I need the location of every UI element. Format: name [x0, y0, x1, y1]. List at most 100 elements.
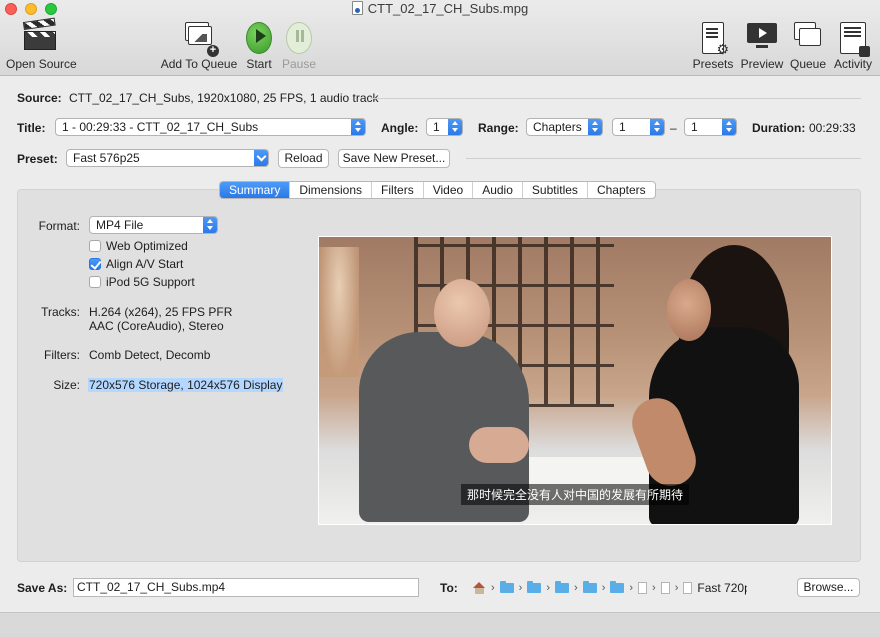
separator [466, 158, 861, 159]
folder-icon [582, 581, 597, 593]
add-to-queue-icon: + [183, 22, 219, 57]
add-to-queue-label: Add To Queue [160, 57, 238, 71]
reload-button[interactable]: Reload [278, 149, 329, 168]
activity-icon [840, 22, 870, 57]
window-title: CTT_02_17_CH_Subs.mpg [0, 1, 880, 16]
pause-button[interactable]: Pause [282, 22, 316, 71]
destination-path[interactable]: › › › › › › › › Fast 720p [473, 580, 747, 596]
range-dash: – [670, 121, 677, 135]
tab-video[interactable]: Video [422, 182, 472, 198]
web-optimized-checkbox[interactable] [89, 240, 101, 252]
activity-button[interactable]: Activity [832, 22, 874, 71]
pause-label: Pause [282, 57, 317, 71]
folder-icon [610, 581, 625, 593]
tab-chapters[interactable]: Chapters [586, 182, 655, 198]
angle-select-value: 1 [433, 120, 440, 134]
pause-icon [286, 22, 312, 54]
toolbar: CTT_02_17_CH_Subs.mpg Open Source + Add … [0, 0, 880, 76]
file-icon [638, 582, 648, 594]
title-select[interactable]: 1 - 00:29:33 - CTT_02_17_CH_Subs [55, 118, 366, 136]
tracks-audio: AAC (CoreAudio), Stereo [89, 319, 224, 333]
clapperboard-icon [22, 17, 56, 54]
separator [370, 98, 861, 99]
save-new-preset-button[interactable]: Save New Preset... [338, 149, 450, 168]
web-optimized-label: Web Optimized [106, 239, 188, 253]
to-label: To: [440, 581, 458, 595]
range-start-value: 1 [619, 120, 626, 134]
size-label: Size: [53, 378, 80, 392]
path-end-label: Fast 720p [697, 581, 748, 595]
file-icon [683, 582, 693, 594]
presets-label: Presets [692, 57, 734, 71]
save-as-label: Save As: [17, 581, 68, 595]
tab-dimensions[interactable]: Dimensions [289, 182, 371, 198]
stepper-icon [448, 119, 462, 135]
ipod-5g-support-checkbox[interactable] [89, 276, 101, 288]
format-label: Format: [38, 219, 80, 233]
status-bar [0, 612, 880, 637]
preset-select-value: Fast 576p25 [73, 151, 140, 165]
save-as-field[interactable]: CTT_02_17_CH_Subs.mp4 [73, 578, 419, 597]
file-icon [660, 582, 670, 594]
man-head-shape [434, 279, 490, 347]
tab-subtitles[interactable]: Subtitles [521, 182, 587, 198]
filters-label: Filters: [44, 348, 80, 362]
add-to-queue-button[interactable]: + Add To Queue [160, 22, 238, 71]
preset-label: Preset: [17, 152, 58, 166]
tab-audio[interactable]: Audio [472, 182, 522, 198]
range-type-value: Chapters [533, 120, 582, 134]
range-type-select[interactable]: Chapters [526, 118, 603, 136]
angle-select[interactable]: 1 [426, 118, 463, 136]
range-end-value: 1 [691, 120, 698, 134]
home-icon [473, 582, 486, 594]
open-source-label: Open Source [6, 57, 77, 71]
align-av-start-label: Align A/V Start [106, 257, 184, 271]
browse-button[interactable]: Browse... [797, 578, 860, 597]
tracks-video: H.264 (x264), 25 FPS PFR [89, 305, 233, 319]
range-end-select[interactable]: 1 [684, 118, 737, 136]
presets-icon [702, 22, 729, 58]
filters-value: Comb Detect, Decomb [89, 348, 211, 362]
chevron-down-icon [254, 150, 268, 166]
stepper-icon [351, 119, 365, 135]
folder-icon [527, 581, 542, 593]
tab-filters[interactable]: Filters [371, 182, 423, 198]
tab-bar: Summary Dimensions Filters Video Audio S… [219, 181, 656, 199]
preview-image[interactable]: 那时候完全没有人对中国的发展有所期待 [318, 236, 832, 525]
preview-label: Preview [740, 57, 784, 71]
preset-select[interactable]: Fast 576p25 [66, 149, 269, 167]
lamp-shape [319, 247, 359, 377]
stepper-icon [650, 119, 664, 135]
angle-label: Angle: [381, 121, 419, 135]
range-label: Range: [478, 121, 519, 135]
subtitle-text: 那时候完全没有人对中国的发展有所期待 [460, 484, 689, 505]
chevron-right-icon: › [546, 582, 551, 594]
open-source-button[interactable]: Open Source [6, 17, 77, 71]
source-label: Source: [17, 91, 62, 105]
range-start-select[interactable]: 1 [612, 118, 665, 136]
ipod-5g-support-label: iPod 5G Support [106, 275, 195, 289]
presets-button[interactable]: Presets [692, 22, 734, 71]
folder-icon [555, 581, 570, 593]
source-value: CTT_02_17_CH_Subs, 1920x1080, 25 FPS, 1 … [69, 91, 379, 105]
title-select-value: 1 - 00:29:33 - CTT_02_17_CH_Subs [62, 120, 259, 134]
chevron-right-icon: › [652, 582, 656, 594]
subtitle-overlay: 那时候完全没有人对中国的发展有所期待 [319, 484, 831, 505]
chevron-right-icon: › [491, 582, 495, 594]
queue-button[interactable]: Queue [789, 22, 827, 71]
queue-icon [792, 22, 824, 54]
duration-value: 00:29:33 [809, 121, 856, 135]
tracks-label: Tracks: [41, 305, 80, 319]
preview-icon [747, 22, 777, 54]
folder-icon [499, 581, 514, 593]
chevron-right-icon: › [674, 582, 679, 594]
activity-label: Activity [833, 57, 872, 71]
tab-summary[interactable]: Summary [220, 182, 290, 198]
format-select[interactable]: MP4 File [89, 216, 218, 234]
align-av-start-checkbox[interactable] [89, 258, 101, 270]
preview-button[interactable]: Preview [739, 22, 785, 71]
play-icon [246, 22, 272, 54]
start-button[interactable]: Start [243, 22, 275, 71]
chevron-right-icon: › [574, 582, 578, 594]
queue-label: Queue [789, 57, 827, 71]
